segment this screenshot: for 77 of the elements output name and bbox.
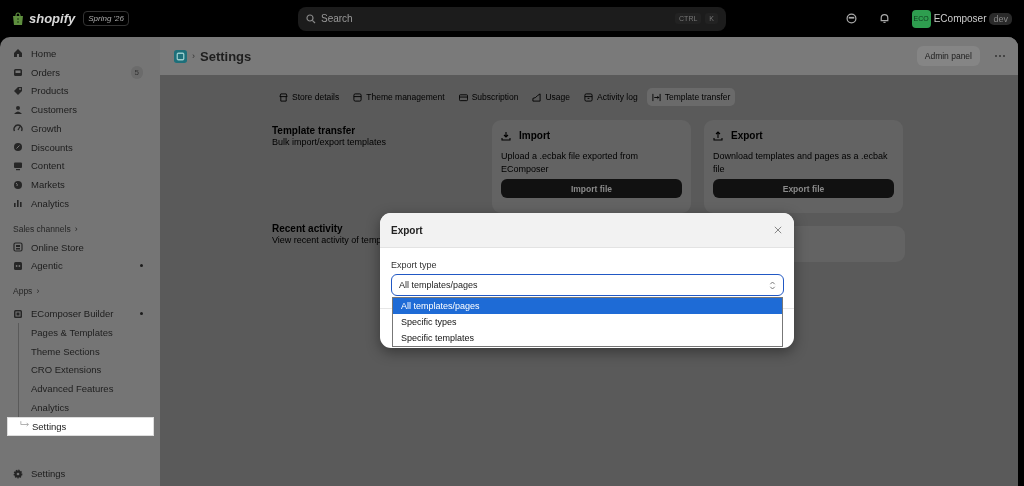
store-icon xyxy=(279,92,288,102)
settings-tab[interactable]: Activity log xyxy=(579,88,643,106)
breadcrumb-separator: › xyxy=(192,51,195,61)
dialog-title: Export xyxy=(391,224,423,236)
settings-tab[interactable]: Template transfer xyxy=(646,88,736,106)
logo-text[interactable]: shopify xyxy=(29,11,76,26)
section-description: Bulk import/export templates xyxy=(272,137,387,147)
tray-icon xyxy=(13,67,23,78)
nav-item[interactable]: Customers xyxy=(0,100,155,119)
window-icon xyxy=(353,92,363,102)
store-tag: dev xyxy=(989,12,1012,25)
settings-tab[interactable]: Theme management xyxy=(348,88,450,106)
card-description: Upload a .ecbak file exported from EComposer xyxy=(501,150,640,176)
download-icon xyxy=(501,130,511,141)
settings-tab[interactable]: Usage xyxy=(527,88,576,106)
card-title: Import xyxy=(519,130,551,141)
chevron: › xyxy=(36,286,40,297)
nav-item[interactable]: Growth xyxy=(0,119,155,138)
app-logo-icon xyxy=(174,49,187,63)
settings-tab[interactable]: Subscription xyxy=(453,88,524,106)
nav-subitem[interactable]: Analytics xyxy=(19,398,160,417)
nav-item[interactable]: EComposer Builder xyxy=(0,304,155,323)
nav-item[interactable]: Analytics xyxy=(0,194,155,213)
version-tag: Spring '26 xyxy=(83,11,129,26)
settings-tab[interactable]: Store details xyxy=(274,88,345,106)
gauge-icon xyxy=(13,123,23,134)
nav-item[interactable]: Discounts xyxy=(0,137,155,157)
chevron: › xyxy=(74,223,78,234)
bell-icon[interactable] xyxy=(878,13,890,24)
card-description: Download templates and pages as a .ecbak file xyxy=(713,150,889,176)
nav-subitem[interactable]: Advanced Features xyxy=(19,379,160,398)
file-button[interactable]: Import file xyxy=(501,179,682,198)
nav-item[interactable]: Online Store xyxy=(0,237,155,257)
transfer-icon xyxy=(651,92,661,102)
trend-icon xyxy=(532,92,542,102)
bar-chart-icon xyxy=(13,198,23,209)
section-title: Template transfer xyxy=(272,125,356,136)
field-label: Export type xyxy=(391,260,438,270)
nav-item[interactable]: Markets xyxy=(0,175,155,194)
upload-icon xyxy=(713,130,723,141)
nav-subitem[interactable]: CRO Extensions xyxy=(19,360,160,380)
archive-icon xyxy=(584,92,594,102)
nav-item[interactable]: Settings xyxy=(0,464,155,483)
section-heading[interactable]: Sales channels xyxy=(13,223,71,234)
updown-chevron-icon xyxy=(769,279,776,291)
section-heading[interactable]: Apps xyxy=(13,286,33,297)
admin-panel-button[interactable]: Admin panel xyxy=(916,46,980,66)
nav-item[interactable]: Content xyxy=(0,156,155,176)
nav-item[interactable]: Home xyxy=(0,44,155,63)
dropdown-option[interactable]: Specific types xyxy=(393,314,782,330)
card-title: Export xyxy=(731,130,763,141)
home-icon xyxy=(13,48,23,59)
search-field[interactable]: Search xyxy=(321,13,671,24)
shopping-bag-icon xyxy=(12,11,24,26)
store-name: EComposer xyxy=(933,13,987,24)
app-icon xyxy=(13,308,23,319)
dropdown-option[interactable]: All templates/pages xyxy=(393,298,782,314)
card-icon xyxy=(458,92,468,102)
person-icon xyxy=(13,104,23,115)
search-icon xyxy=(306,13,316,24)
nav-item[interactable]: Agentic xyxy=(0,256,155,276)
nav-subitem[interactable]: Theme Sections xyxy=(19,341,160,361)
nav-subitem[interactable]: Settings xyxy=(7,416,154,436)
section-title: Recent activity xyxy=(272,223,343,234)
export-type-select[interactable]: All templates/pages xyxy=(391,274,784,296)
nav-subitem[interactable]: Pages & Templates xyxy=(19,323,160,342)
robot-icon xyxy=(13,260,23,271)
monitor-icon xyxy=(13,160,23,171)
file-button[interactable]: Export file xyxy=(713,179,894,198)
tag-icon xyxy=(13,85,23,96)
close-icon[interactable] xyxy=(774,226,782,234)
settings-icon xyxy=(13,468,23,479)
store-icon xyxy=(13,242,23,253)
branch-arrow-icon xyxy=(20,420,30,428)
dropdown-option[interactable]: Specific templates xyxy=(393,330,782,346)
nav-item[interactable]: Products xyxy=(0,81,155,101)
page-title: Settings xyxy=(200,48,252,64)
